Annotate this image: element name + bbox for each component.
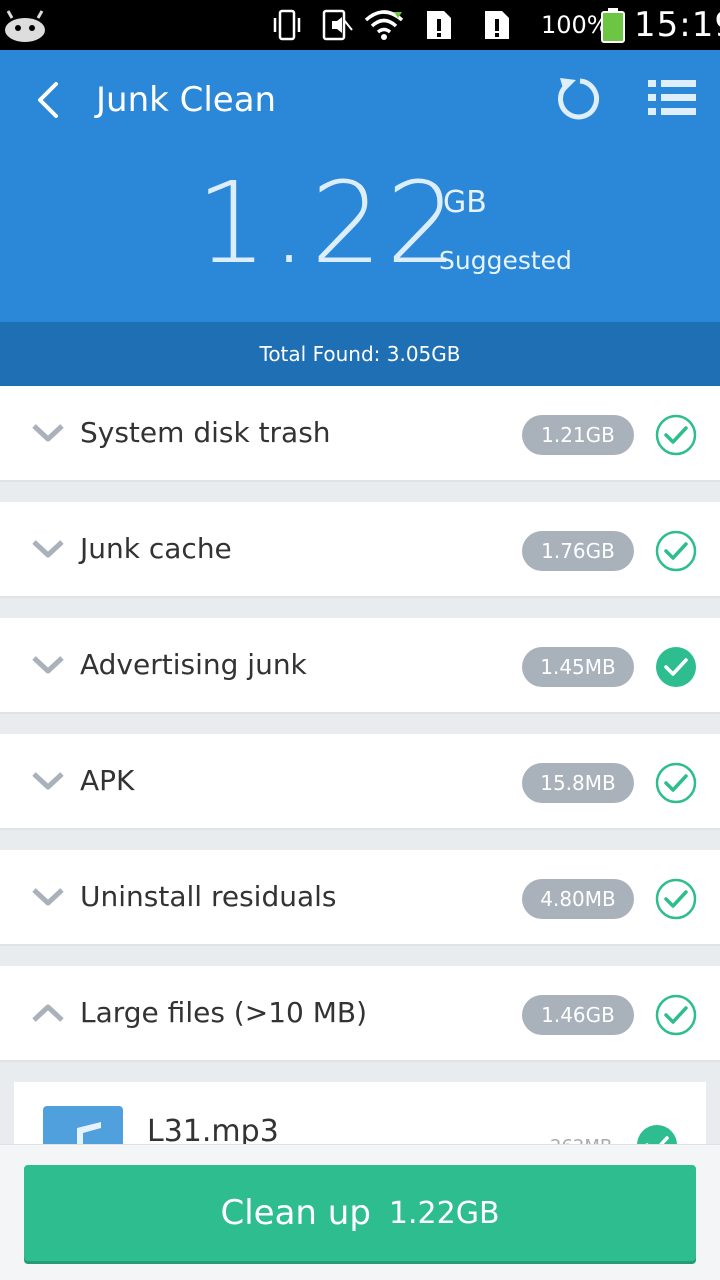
size-badge: 15.8MB [522, 763, 634, 803]
checkbox-outline-icon[interactable] [655, 530, 697, 572]
page-title: Junk Clean [96, 80, 277, 120]
suggested-size-unit: GB [443, 185, 487, 220]
list-menu-icon[interactable] [648, 78, 698, 118]
sim-alert-icon [424, 0, 454, 50]
checkbox-outline-icon[interactable] [655, 762, 697, 804]
clean-up-size: 1.22GB [388, 1195, 500, 1231]
chevron-down-icon[interactable] [31, 770, 65, 792]
total-found-bar: Total Found: 3.05GB [0, 322, 720, 386]
suggested-label: Suggested [439, 246, 572, 275]
category-label: Advertising junk [80, 648, 307, 681]
clock: 15:19 [634, 5, 720, 45]
category-row[interactable]: APK 15.8MB [0, 734, 720, 830]
clean-up-label: Clean up [220, 1193, 371, 1233]
suggested-size-value: 1.22 [196, 159, 462, 289]
chevron-down-icon[interactable] [31, 538, 65, 560]
size-badge: 4.80MB [522, 879, 634, 919]
chevron-down-icon[interactable] [31, 886, 65, 908]
battery-icon [600, 0, 626, 50]
category-label: System disk trash [80, 416, 331, 449]
wifi-icon [364, 0, 404, 50]
back-arrow-icon[interactable] [30, 78, 70, 122]
clean-up-button[interactable]: Clean up 1.22GB [24, 1165, 696, 1261]
category-label: APK [80, 764, 135, 797]
category-row[interactable]: System disk trash 1.21GB [0, 386, 720, 482]
android-icon [5, 10, 45, 42]
category-row[interactable]: Large files (>10 MB) 1.46GB [0, 966, 720, 1062]
mute-icon [320, 0, 354, 50]
category-row[interactable]: Junk cache 1.76GB [0, 502, 720, 598]
status-bar: 100% 15:19 [0, 0, 720, 50]
category-label: Large files (>10 MB) [80, 996, 368, 1029]
category-row[interactable]: Advertising junk 1.45MB [0, 618, 720, 714]
header: Junk Clean 1.22 GB Suggested [0, 50, 720, 322]
chevron-down-icon[interactable] [31, 654, 65, 676]
size-badge: 1.76GB [522, 531, 634, 571]
total-found-text: Total Found: 3.05GB [259, 342, 461, 366]
bottom-action-bar: Clean up 1.22GB [0, 1144, 720, 1280]
chevron-up-icon[interactable] [31, 1002, 65, 1024]
refresh-icon[interactable] [552, 74, 600, 122]
chevron-down-icon[interactable] [31, 422, 65, 444]
checkbox-outline-icon[interactable] [655, 878, 697, 920]
sim-alert-icon [482, 0, 512, 50]
size-badge: 1.46GB [522, 995, 634, 1035]
checkbox-filled-icon[interactable] [655, 646, 697, 688]
vibrate-icon [270, 0, 304, 50]
size-badge: 1.45MB [522, 647, 634, 687]
size-badge: 1.21GB [522, 415, 634, 455]
category-label: Junk cache [80, 532, 232, 565]
category-label: Uninstall residuals [80, 880, 337, 913]
checkbox-outline-icon[interactable] [655, 994, 697, 1036]
checkbox-outline-icon[interactable] [655, 414, 697, 456]
category-row[interactable]: Uninstall residuals 4.80MB [0, 850, 720, 946]
